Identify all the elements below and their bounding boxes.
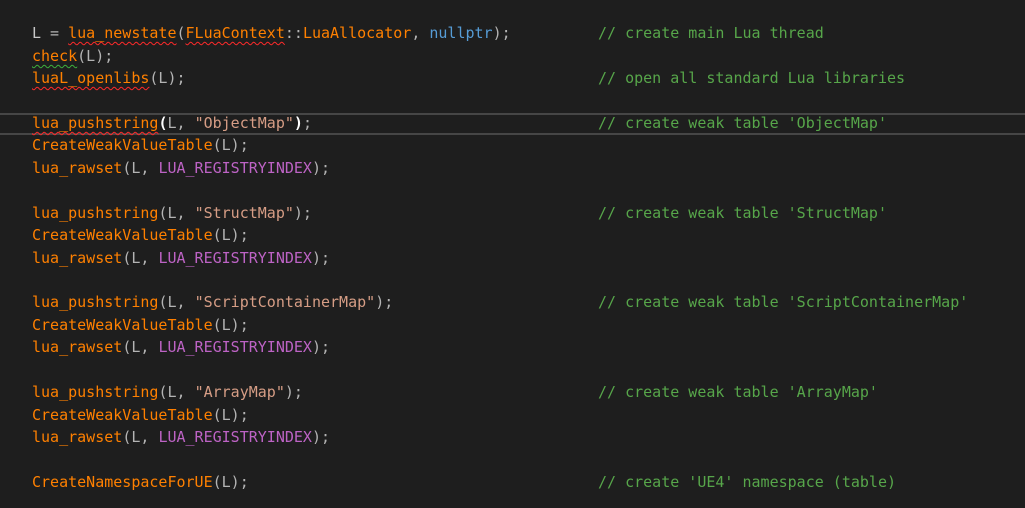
token-function: lua_pushstring xyxy=(32,114,159,132)
token-args: (L); xyxy=(212,473,249,491)
token-function: CreateNamespaceForUE xyxy=(32,473,213,491)
token-args: (L, xyxy=(158,293,195,311)
token-args: (L); xyxy=(212,406,249,424)
token-function: lua_pushstring xyxy=(32,383,159,401)
token-punctuation: ); xyxy=(375,293,394,311)
code-line-3[interactable]: luaL_openlibs(L); xyxy=(32,67,186,89)
token-punctuation: ); xyxy=(311,159,331,177)
code-line-10[interactable]: CreateWeakValueTable(L); xyxy=(32,224,249,246)
token-scope: :: xyxy=(284,24,303,42)
code-line-17[interactable]: lua_pushstring(L, "ArrayMap"); xyxy=(32,381,303,403)
token-punctuation: ( xyxy=(176,24,186,42)
code-line-9[interactable]: lua_pushstring(L, "StructMap"); xyxy=(32,202,312,224)
token-function: CreateWeakValueTable xyxy=(32,406,213,424)
code-line-6[interactable]: CreateWeakValueTable(L); xyxy=(32,134,249,156)
token-punctuation: ); xyxy=(293,204,312,222)
token-function: lua_rawset xyxy=(32,428,123,446)
token-keyword: nullptr xyxy=(429,24,493,42)
token-punctuation: , xyxy=(411,24,430,42)
token-string: "ScriptContainerMap" xyxy=(194,293,376,311)
token-punctuation: ); xyxy=(284,383,303,401)
token-punctuation: ); xyxy=(311,428,331,446)
token-args: (L, xyxy=(122,249,159,267)
token-args: (L, xyxy=(122,338,159,356)
token-function: lua_rawset xyxy=(32,338,123,356)
token-args: (L); xyxy=(212,136,249,154)
token-args: (L); xyxy=(77,47,114,65)
token-macro: LUA_REGISTRYINDEX xyxy=(158,338,312,356)
code-line-2[interactable]: check(L); xyxy=(32,45,113,67)
comment-line-13: // create weak table 'ScriptContainerMap… xyxy=(598,293,969,311)
token-args: (L, xyxy=(122,159,159,177)
token-variable: L xyxy=(32,24,42,42)
token-class: FLuaContext xyxy=(185,24,285,42)
token-punctuation: ); xyxy=(492,24,511,42)
token-string: "ObjectMap" xyxy=(194,114,294,132)
token-function: CreateWeakValueTable xyxy=(32,136,213,154)
token-function: CreateWeakValueTable xyxy=(32,316,213,334)
token-args: (L, xyxy=(122,428,159,446)
token-function: lua_rawset xyxy=(32,249,123,267)
token-function: lua_rawset xyxy=(32,159,123,177)
token-args: (L); xyxy=(149,69,186,87)
token-args: (L); xyxy=(212,226,249,244)
token-string: "StructMap" xyxy=(194,204,294,222)
code-editor[interactable]: L = lua_newstate(FLuaContext::LuaAllocat… xyxy=(0,0,1025,508)
code-line-1[interactable]: L = lua_newstate(FLuaContext::LuaAllocat… xyxy=(32,22,511,44)
code-line-7[interactable]: lua_rawset(L, LUA_REGISTRYINDEX); xyxy=(32,157,330,179)
code-line-14[interactable]: CreateWeakValueTable(L); xyxy=(32,314,249,336)
code-line-19[interactable]: lua_rawset(L, LUA_REGISTRYINDEX); xyxy=(32,426,330,448)
token-args: L, xyxy=(167,114,195,132)
token-function: luaL_openlibs xyxy=(32,69,150,87)
token-punctuation: ); xyxy=(311,338,331,356)
code-line-11[interactable]: lua_rawset(L, LUA_REGISTRYINDEX); xyxy=(32,247,330,269)
token-function: CreateWeakValueTable xyxy=(32,226,213,244)
comment-line-21: // create 'UE4' namespace (table) xyxy=(598,473,897,491)
token-function: lua_pushstring xyxy=(32,204,159,222)
token-string: "ArrayMap" xyxy=(194,383,285,401)
token-semicolon: ; xyxy=(302,114,312,132)
token-function: lua_newstate xyxy=(68,24,177,42)
token-operator: = xyxy=(41,24,69,42)
token-args: (L, xyxy=(158,383,195,401)
comment-line-5: // create weak table 'ObjectMap' xyxy=(598,114,887,132)
token-args: (L, xyxy=(158,204,195,222)
token-function: check xyxy=(32,47,78,65)
code-line-18[interactable]: CreateWeakValueTable(L); xyxy=(32,404,249,426)
code-line-5[interactable]: lua_pushstring(L, "ObjectMap"); xyxy=(32,112,312,134)
code-line-15[interactable]: lua_rawset(L, LUA_REGISTRYINDEX); xyxy=(32,336,330,358)
token-macro: LUA_REGISTRYINDEX xyxy=(158,159,312,177)
token-paren-close: ) xyxy=(293,114,303,132)
code-line-13[interactable]: lua_pushstring(L, "ScriptContainerMap"); xyxy=(32,291,393,313)
code-line-21[interactable]: CreateNamespaceForUE(L); xyxy=(32,471,249,493)
comment-line-17: // create weak table 'ArrayMap' xyxy=(598,383,878,401)
token-function: lua_pushstring xyxy=(32,293,159,311)
token-member: LuaAllocator xyxy=(302,24,412,42)
comment-line-9: // create weak table 'StructMap' xyxy=(598,204,887,222)
token-macro: LUA_REGISTRYINDEX xyxy=(158,428,312,446)
token-args: (L); xyxy=(212,316,249,334)
token-macro: LUA_REGISTRYINDEX xyxy=(158,249,312,267)
token-punctuation: ); xyxy=(311,249,331,267)
comment-line-3: // open all standard Lua libraries xyxy=(598,69,906,87)
comment-line-1: // create main Lua thread xyxy=(598,24,824,42)
